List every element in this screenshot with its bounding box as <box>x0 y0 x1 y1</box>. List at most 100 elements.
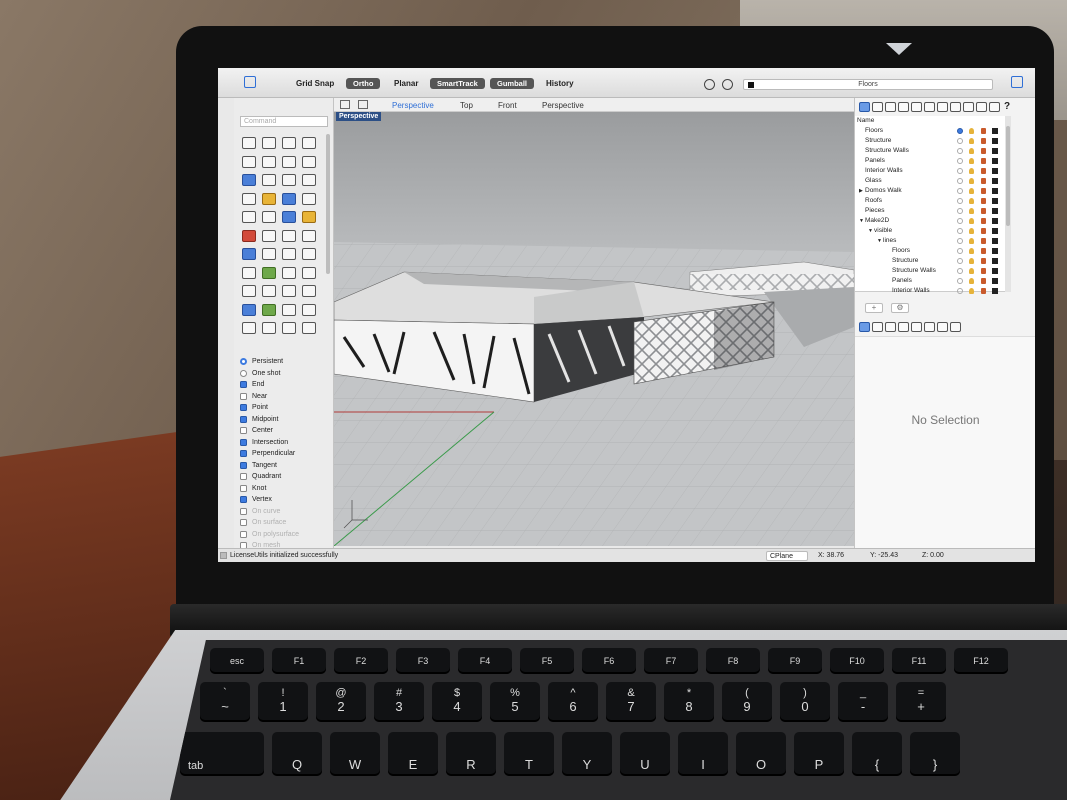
osnap-checkbox[interactable] <box>240 461 247 469</box>
osnap-item[interactable]: Near <box>240 391 332 403</box>
osnap-item[interactable]: Perpendicular <box>240 448 332 460</box>
layer-row[interactable]: ▶ Domos Walk <box>855 186 1005 196</box>
tool-button-icon[interactable] <box>242 211 256 223</box>
target-icon[interactable] <box>722 79 733 90</box>
layer-color-icon[interactable] <box>992 248 998 254</box>
current-layer-radio-icon[interactable] <box>957 238 963 244</box>
visibility-bulb-icon[interactable] <box>969 158 974 164</box>
help-icon[interactable]: ? <box>1002 102 1012 114</box>
layer-color-icon[interactable] <box>992 208 998 214</box>
visibility-bulb-icon[interactable] <box>969 128 974 134</box>
tool-button-icon[interactable] <box>262 192 276 205</box>
current-layer-radio-icon[interactable] <box>957 258 963 264</box>
layer-row[interactable]: Floors <box>855 246 1005 256</box>
layer-row[interactable]: Pieces <box>855 206 1005 216</box>
viewport-layout-icon[interactable] <box>340 100 350 109</box>
viewport-single-icon[interactable] <box>358 100 368 109</box>
radio-persistent[interactable] <box>240 358 247 366</box>
layer-row[interactable]: ▼Make2D <box>855 216 1005 226</box>
osnap-checkbox[interactable] <box>240 392 247 400</box>
osnap-checkbox[interactable] <box>240 484 247 492</box>
visibility-bulb-icon[interactable] <box>969 288 974 294</box>
tool-button-icon[interactable] <box>262 211 276 223</box>
layer-color-icon[interactable] <box>992 158 998 164</box>
tool-button-icon[interactable] <box>282 137 296 149</box>
layer-color-icon[interactable] <box>992 148 998 154</box>
layer-row[interactable]: ▼lines <box>855 236 1005 246</box>
layer-row[interactable]: Panels <box>855 276 1005 286</box>
tool-button-icon[interactable] <box>242 322 256 334</box>
sidebar-toggle-icon[interactable] <box>244 76 256 88</box>
layer-color-icon[interactable] <box>992 238 998 244</box>
lock-icon[interactable] <box>981 168 986 174</box>
current-layer-radio-icon[interactable] <box>957 138 963 144</box>
lock-icon[interactable] <box>981 228 986 234</box>
lock-icon[interactable] <box>981 158 986 164</box>
layer-options-button[interactable]: ⚙ <box>891 303 909 313</box>
camera-icon[interactable] <box>911 102 922 112</box>
viewport-label[interactable]: Perspective <box>336 112 382 121</box>
osnap-mode-persistent[interactable]: Persistent <box>240 356 332 368</box>
tool-button-icon[interactable] <box>242 137 256 149</box>
current-layer-radio-icon[interactable] <box>957 248 963 254</box>
tool-button-icon[interactable] <box>242 192 256 205</box>
tool-button-icon[interactable] <box>282 174 296 186</box>
layer-row[interactable]: Interior Walls <box>855 286 1005 296</box>
command-input[interactable]: Command <box>240 116 328 127</box>
tool-button-icon[interactable] <box>282 229 296 242</box>
visibility-bulb-icon[interactable] <box>969 228 974 234</box>
tool-button-icon[interactable] <box>262 322 276 334</box>
tab-perspective-2[interactable]: Perspective <box>542 101 584 110</box>
current-layer-radio-icon[interactable] <box>957 158 963 164</box>
visibility-bulb-icon[interactable] <box>969 188 974 194</box>
layer-color-icon[interactable] <box>992 128 998 134</box>
current-layer-radio-icon[interactable] <box>957 128 963 134</box>
lock-icon[interactable] <box>981 178 986 184</box>
tool-button-icon[interactable] <box>302 285 316 297</box>
osnap-checkbox[interactable] <box>240 496 247 504</box>
undo-icon[interactable] <box>704 79 715 90</box>
osnap-item[interactable]: On curve <box>240 506 332 518</box>
layer-color-icon[interactable] <box>992 188 998 194</box>
current-layer-radio-icon[interactable] <box>957 278 963 284</box>
screen-icon[interactable] <box>989 102 1000 112</box>
osnap-item[interactable]: On surface <box>240 517 332 529</box>
current-layer-radio-icon[interactable] <box>957 198 963 204</box>
current-layer-radio-icon[interactable] <box>957 268 963 274</box>
current-layer-selector[interactable]: Floors <box>743 79 993 90</box>
tool-button-icon[interactable] <box>282 211 296 223</box>
visibility-bulb-icon[interactable] <box>969 168 974 174</box>
lock-icon[interactable] <box>981 188 986 194</box>
visibility-bulb-icon[interactable] <box>969 268 974 274</box>
current-layer-radio-icon[interactable] <box>957 288 963 294</box>
layer-color-icon[interactable] <box>992 138 998 144</box>
tool-button-icon[interactable] <box>242 155 256 168</box>
tool-button-icon[interactable] <box>302 303 316 316</box>
perspective-viewport[interactable]: Perspective <box>334 112 854 546</box>
current-layer-radio-icon[interactable] <box>957 208 963 214</box>
render-icon[interactable] <box>924 102 935 112</box>
tool-button-icon[interactable] <box>302 155 316 168</box>
visibility-bulb-icon[interactable] <box>969 198 974 204</box>
visibility-bulb-icon[interactable] <box>969 248 974 254</box>
layer-row[interactable]: Floors <box>855 126 1005 136</box>
tool-button-icon[interactable] <box>242 285 256 297</box>
add-layer-button[interactable]: + <box>865 303 883 313</box>
layer-color-icon[interactable] <box>992 268 998 274</box>
tool-button-icon[interactable] <box>282 266 296 279</box>
osnap-checkbox[interactable] <box>240 507 247 515</box>
monitor-icon[interactable] <box>937 322 948 332</box>
planar-button[interactable]: Planar <box>394 79 418 88</box>
tool-button-icon[interactable] <box>262 137 276 149</box>
layer-color-icon[interactable] <box>992 168 998 174</box>
layer-color-icon[interactable] <box>992 218 998 224</box>
tool-button-icon[interactable] <box>302 174 316 186</box>
layer-color-icon[interactable] <box>992 278 998 284</box>
curve-icon[interactable] <box>911 322 922 332</box>
properties-object-icon[interactable] <box>859 322 870 332</box>
osnap-mode-oneshot[interactable]: One shot <box>240 368 332 380</box>
notes-icon[interactable] <box>898 102 909 112</box>
osnap-item[interactable]: On polysurface <box>240 529 332 541</box>
tool-button-icon[interactable] <box>302 192 316 205</box>
tool-button-icon[interactable] <box>282 248 296 260</box>
